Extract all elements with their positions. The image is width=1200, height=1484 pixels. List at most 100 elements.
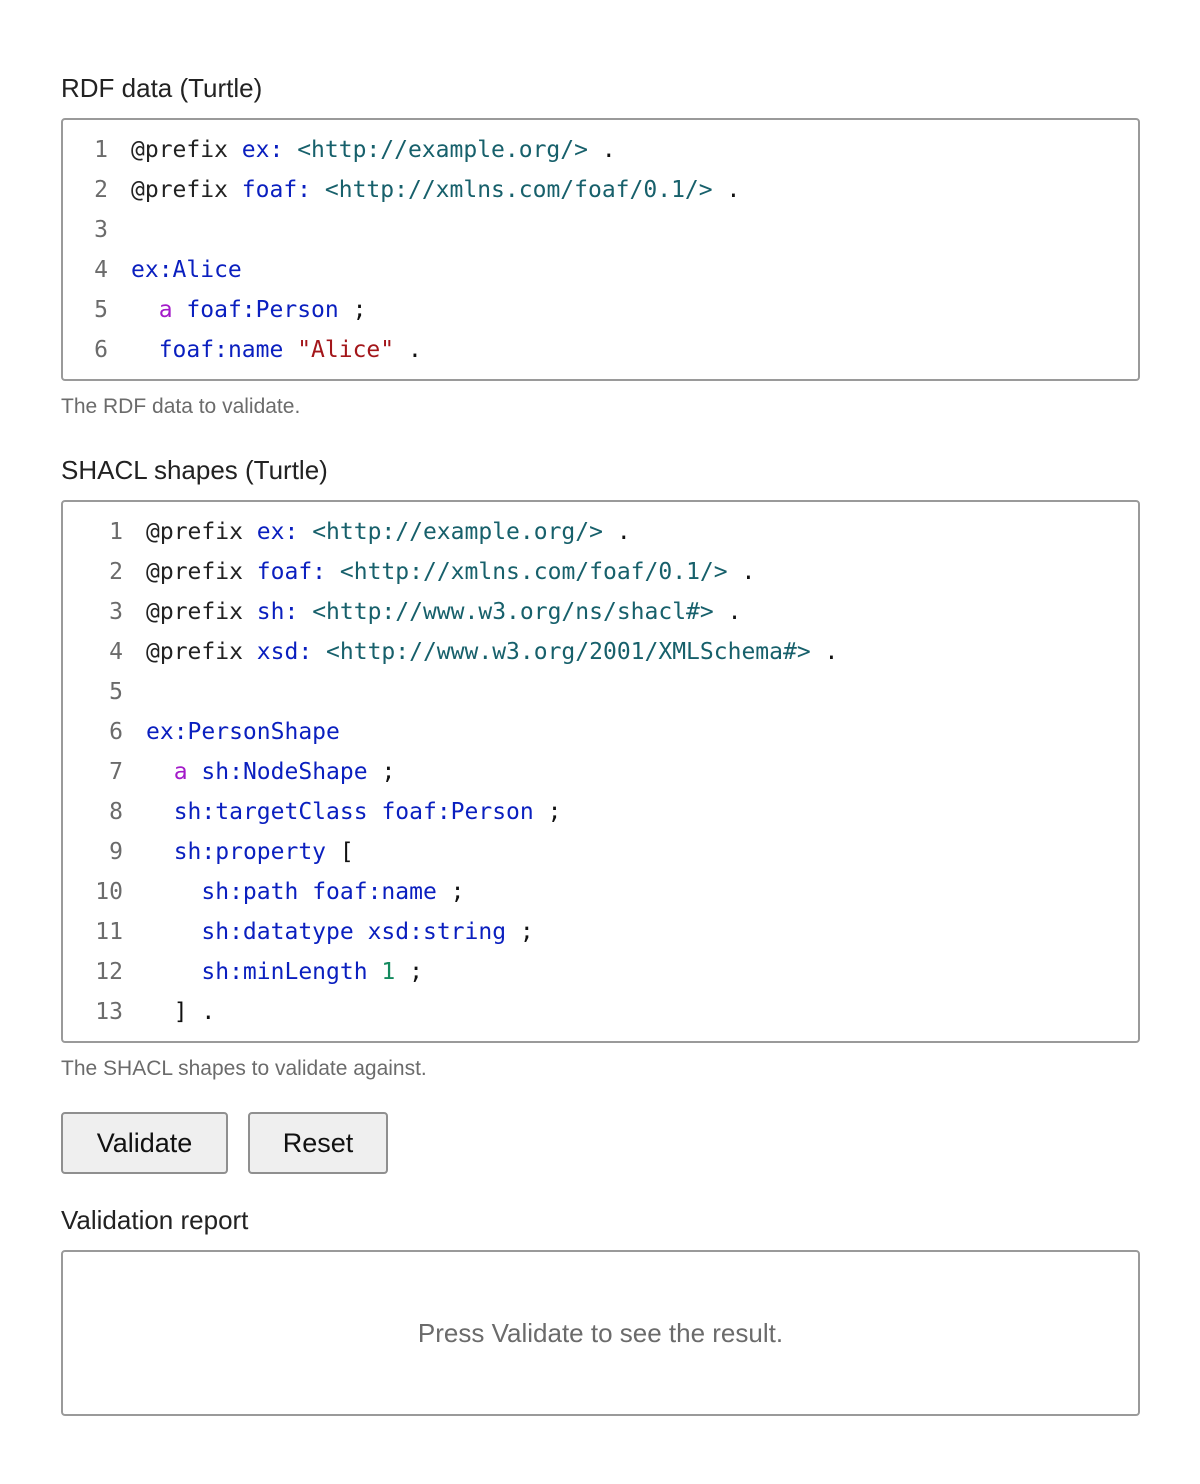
line-number: 8 bbox=[109, 799, 123, 825]
code-token: "Alice" bbox=[297, 337, 395, 363]
line-number: 6 bbox=[94, 337, 108, 363]
rdf-data-editor[interactable]: 1 @prefix ex: <http://example.org/> . 2 @pr… bbox=[61, 118, 1140, 381]
code-line: 11 sh:datatype xsd:string ; bbox=[63, 912, 1138, 952]
code-text: sh:path foaf:name ; bbox=[123, 872, 464, 912]
code-token: sh:NodeShape bbox=[201, 759, 368, 785]
line-number: 13 bbox=[95, 999, 123, 1025]
line-number: 2 bbox=[94, 177, 108, 203]
line-number: 3 bbox=[109, 599, 123, 625]
code-token: 1 bbox=[381, 959, 396, 985]
code-token: . bbox=[713, 599, 742, 625]
code-text: @prefix foaf: <http://xmlns.com/foaf/0.1… bbox=[108, 170, 740, 210]
code-token: @prefix bbox=[146, 519, 257, 545]
code-line: 3 @prefix sh: <http://www.w3.org/ns/shacl… bbox=[63, 592, 1138, 632]
line-number: 1 bbox=[94, 137, 108, 163]
validation-report-placeholder: Press Validate to see the result. bbox=[417, 1317, 784, 1348]
code-token: a bbox=[173, 759, 188, 785]
code-line: 4 ex:Alice bbox=[63, 250, 1138, 290]
code-token: ex:PersonShape bbox=[146, 719, 340, 745]
validation-report-label: Validation report bbox=[61, 1205, 249, 1235]
code-token: . bbox=[727, 559, 756, 585]
code-token: xsd: bbox=[256, 639, 313, 665]
code-token: @prefix bbox=[131, 177, 242, 203]
code-token: @prefix bbox=[131, 137, 242, 163]
code-line: 2 @prefix foaf: <http://xmlns.com/foaf/0.… bbox=[63, 170, 1138, 210]
code-token: ; bbox=[533, 799, 562, 825]
code-text: sh:datatype xsd:string ; bbox=[123, 912, 534, 952]
code-token: sh:property bbox=[173, 839, 327, 865]
code-line: 9 sh:property [ bbox=[63, 832, 1138, 872]
code-token: ex:Alice bbox=[131, 257, 242, 283]
code-token: <http://www.w3.org/ns/shacl#> bbox=[312, 599, 714, 625]
code-token: sh:targetClass bbox=[173, 799, 368, 825]
rdf-data-help: The RDF data to validate. bbox=[61, 395, 301, 418]
code-token: <http://xmlns.com/foaf/0.1/> bbox=[324, 177, 713, 203]
code-line: 1 @prefix ex: <http://example.org/> . bbox=[63, 130, 1138, 170]
code-text: @prefix xsd: <http://www.w3.org/2001/XML… bbox=[123, 632, 838, 672]
shacl-shapes-help: The SHACL shapes to validate against. bbox=[61, 1057, 427, 1080]
code-text: ex:Alice bbox=[108, 250, 242, 290]
code-token: @prefix bbox=[146, 599, 257, 625]
code-text: a sh:NodeShape ; bbox=[123, 752, 396, 792]
code-line: 13 ] . bbox=[63, 992, 1138, 1032]
code-token: <http://example.org/> bbox=[312, 519, 603, 545]
code-token: foaf:name bbox=[312, 879, 437, 905]
code-token: <http://www.w3.org/2001/XMLSchema#> bbox=[326, 639, 811, 665]
code-text: sh:targetClass foaf:Person ; bbox=[123, 792, 562, 832]
line-number: 7 bbox=[109, 759, 123, 785]
code-line: 8 sh:targetClass foaf:Person ; bbox=[63, 792, 1138, 832]
code-line: 10 sh:path foaf:name ; bbox=[63, 872, 1138, 912]
code-text: a foaf:Person ; bbox=[108, 290, 367, 330]
line-number: 5 bbox=[94, 297, 108, 323]
code-token: ; bbox=[395, 959, 423, 985]
code-line: 1 @prefix ex: <http://example.org/> . bbox=[63, 512, 1138, 552]
line-number: 4 bbox=[109, 639, 123, 665]
code-token: ; bbox=[367, 759, 396, 785]
line-number: 11 bbox=[95, 919, 123, 945]
code-token: ; bbox=[506, 919, 534, 945]
shacl-shapes-editor[interactable]: 1 @prefix ex: <http://example.org/> . 2 @pr… bbox=[61, 500, 1140, 1043]
validate-button[interactable]: Validate bbox=[61, 1112, 228, 1174]
rdf-code-lines: 1 @prefix ex: <http://example.org/> . 2 @pr… bbox=[63, 120, 1138, 370]
code-text: ] . bbox=[123, 992, 216, 1032]
rdf-data-label: RDF data (Turtle) bbox=[61, 73, 263, 103]
code-token: <http://xmlns.com/foaf/0.1/> bbox=[339, 559, 728, 585]
code-token: . bbox=[810, 639, 839, 665]
code-token: [ bbox=[326, 839, 354, 865]
reset-button[interactable]: Reset bbox=[248, 1112, 388, 1174]
line-number: 10 bbox=[95, 879, 123, 905]
code-token: . bbox=[587, 137, 616, 163]
line-number: 1 bbox=[109, 519, 123, 545]
line-number: 12 bbox=[95, 959, 123, 985]
code-token: sh:minLength bbox=[201, 959, 368, 985]
code-text: @prefix ex: <http://example.org/> . bbox=[108, 130, 616, 170]
code-text: @prefix sh: <http://www.w3.org/ns/shacl#… bbox=[123, 592, 741, 632]
line-number: 3 bbox=[94, 217, 108, 243]
code-token: foaf:name bbox=[158, 337, 284, 363]
shacl-code-lines: 1 @prefix ex: <http://example.org/> . 2 @pr… bbox=[63, 502, 1138, 1032]
code-token: @prefix bbox=[146, 639, 257, 665]
code-token: foaf: bbox=[241, 177, 312, 203]
code-text: foaf:name "Alice" . bbox=[108, 330, 422, 370]
code-text: sh:minLength 1 ; bbox=[123, 952, 423, 992]
line-number: 5 bbox=[109, 679, 123, 705]
code-line: 7 a sh:NodeShape ; bbox=[63, 752, 1138, 792]
code-token: . bbox=[602, 519, 631, 545]
code-token: foaf: bbox=[256, 559, 327, 585]
code-token: . bbox=[712, 177, 741, 203]
